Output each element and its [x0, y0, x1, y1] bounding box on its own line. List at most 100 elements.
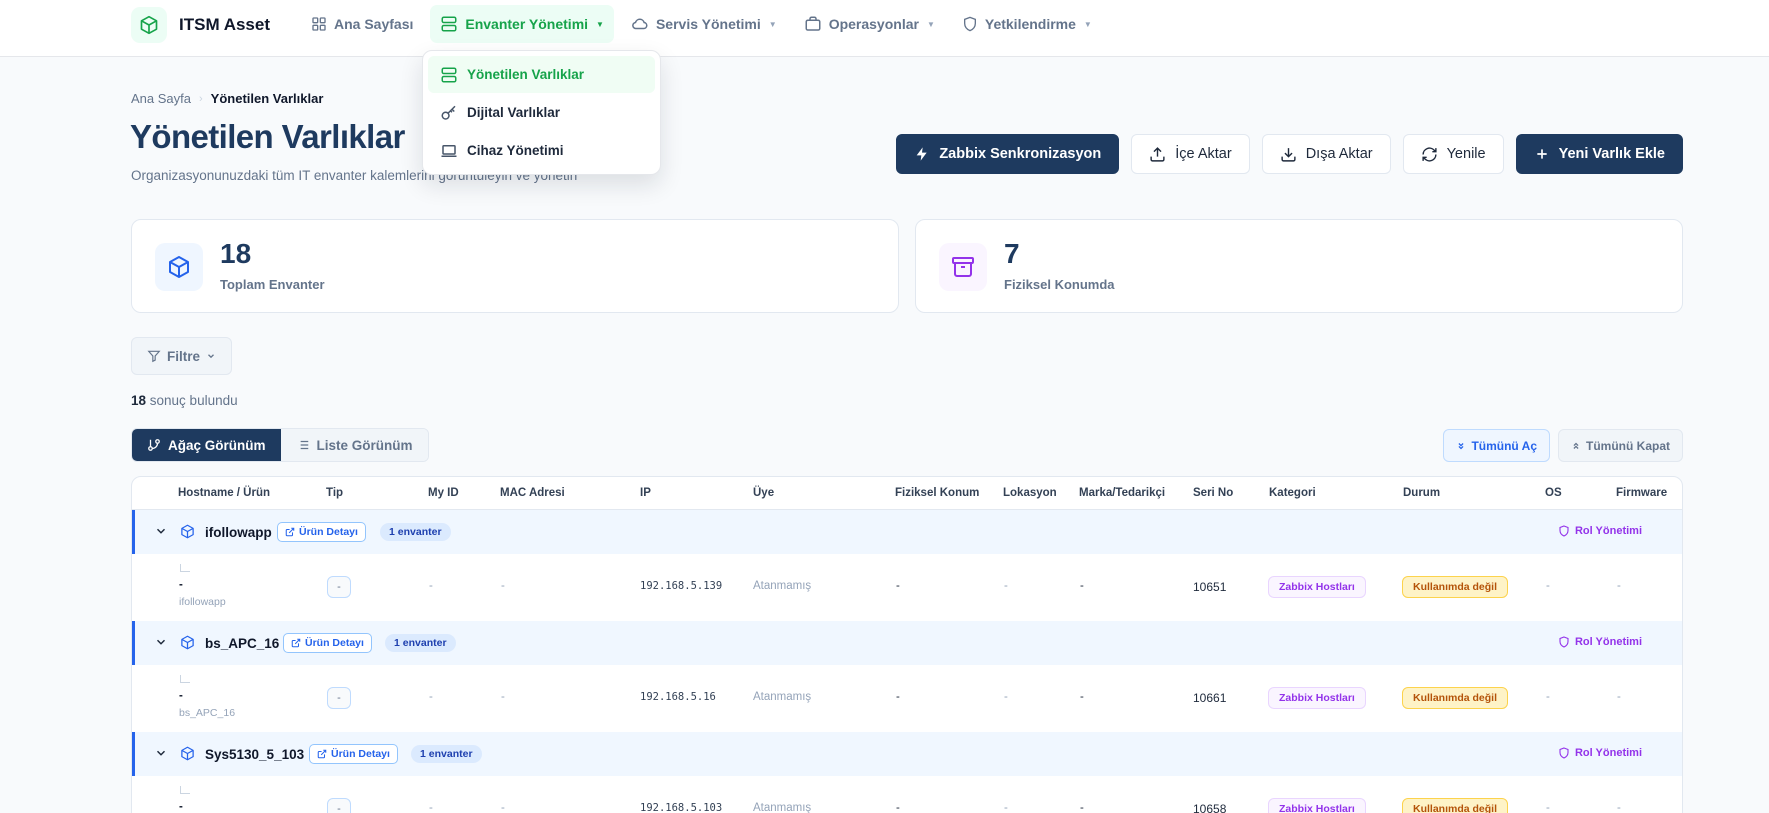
breadcrumb-home[interactable]: Ana Sayfa: [131, 91, 191, 106]
inventory-count-badge: 1 envanter: [411, 745, 482, 763]
column-header[interactable]: Fiziksel Konum: [895, 487, 979, 499]
nav-item-home[interactable]: Ana Sayfası: [301, 5, 423, 43]
cube-icon: [180, 524, 195, 539]
product-detail-button[interactable]: Ürün Detayı: [283, 633, 372, 653]
shield-icon: [1558, 636, 1570, 648]
export-button[interactable]: Dışa Aktar: [1261, 134, 1391, 174]
list-view-button[interactable]: Liste Görünüm: [280, 429, 428, 461]
column-header[interactable]: Tip: [326, 487, 343, 499]
ip-cell: 192.168.5.103: [640, 802, 723, 813]
refresh-button[interactable]: Yenile: [1402, 134, 1504, 174]
table-row[interactable]: - - - - 192.168.5.103 Atanmamış - - - 10…: [132, 776, 1682, 813]
os-cell: -: [1546, 580, 1550, 592]
role-management-link[interactable]: Rol Yönetimi: [1558, 636, 1642, 648]
table-row[interactable]: - ifollowapp - - - 192.168.5.139 Atanmam…: [132, 554, 1682, 621]
hostname-cell: -: [179, 690, 183, 702]
column-header[interactable]: Marka/Tedarikçi: [1079, 487, 1165, 499]
product-detail-button[interactable]: Ürün Detayı: [277, 522, 366, 542]
column-header[interactable]: Üye: [753, 487, 774, 499]
product-detail-label: Ürün Detayı: [331, 748, 390, 760]
product-detail-button[interactable]: Ürün Detayı: [309, 744, 398, 764]
nav-label: Servis Yönetimi: [655, 16, 761, 32]
stat-card-physical-location: 7 Fiziksel Konumda: [915, 219, 1683, 313]
column-header[interactable]: Durum: [1403, 487, 1440, 499]
key-icon: [440, 104, 458, 122]
filter-button[interactable]: Filtre: [131, 337, 232, 375]
results-number: 18: [131, 393, 147, 408]
role-management-link[interactable]: Rol Yönetimi: [1558, 747, 1642, 759]
zabbix-sync-button[interactable]: Zabbix Senkronizasyon: [896, 134, 1120, 174]
external-link-icon: [317, 749, 327, 759]
menu-item-label: Dijital Varlıklar: [467, 105, 561, 120]
cube-logo-icon: [131, 7, 167, 43]
filter-label: Filtre: [166, 348, 200, 364]
add-asset-button[interactable]: Yeni Varlık Ekle: [1515, 134, 1683, 174]
physical-location-cell: -: [896, 580, 900, 592]
status-badge: Kullanımda değil: [1402, 798, 1509, 813]
column-header[interactable]: OS: [1545, 487, 1562, 499]
role-management-link[interactable]: Rol Yönetimi: [1558, 525, 1642, 537]
group-row[interactable]: ifollowapp Ürün Detayı 1 envanter Rol Yö…: [132, 510, 1682, 554]
nav-item-service[interactable]: Servis Yönetimi ▼: [621, 5, 787, 43]
briefcase-icon: [804, 15, 822, 33]
member-cell: Atanmamış: [753, 691, 812, 703]
external-link-icon: [291, 638, 301, 648]
server-icon: [440, 15, 458, 33]
collapse-all-button[interactable]: Tümünü Kapat: [1558, 429, 1683, 462]
breadcrumb-separator: ›: [199, 92, 203, 105]
role-label: Rol Yönetimi: [1574, 747, 1642, 759]
assets-table: Hostname / Ürün Tip My ID MAC Adresi IP …: [131, 476, 1683, 813]
caret-down-icon: ▼: [768, 19, 777, 29]
column-header[interactable]: Lokasyon: [1003, 487, 1057, 499]
inventory-count-badge: 1 envanter: [385, 634, 456, 652]
grid-icon: [311, 16, 327, 32]
cube-icon: [180, 746, 195, 761]
hostname-sub: bs_APC_16: [179, 707, 236, 719]
column-header[interactable]: Firmware: [1616, 487, 1667, 499]
external-link-icon: [285, 527, 295, 537]
role-label: Rol Yönetimi: [1574, 525, 1642, 537]
expand-controls: Tümünü Aç Tümünü Kapat: [1435, 429, 1683, 462]
column-header[interactable]: My ID: [428, 487, 459, 499]
column-header[interactable]: Hostname / Ürün: [178, 487, 270, 499]
server-icon: [440, 66, 458, 84]
group-row[interactable]: Sys5130_5_103 Ürün Detayı 1 envanter Rol…: [132, 732, 1682, 776]
nav-item-inventory[interactable]: Envanter Yönetimi ▼: [430, 5, 614, 43]
group-row[interactable]: bs_APC_16 Ürün Detayı 1 envanter Rol Yön…: [132, 621, 1682, 665]
type-chip: -: [327, 687, 351, 709]
menu-item-digital-assets[interactable]: Dijital Varlıklar: [428, 94, 655, 131]
chevron-down-icon[interactable]: [154, 635, 168, 649]
group-name: bs_APC_16: [205, 636, 280, 651]
menu-item-label: Cihaz Yönetimi: [467, 143, 564, 158]
table-row[interactable]: - bs_APC_16 - - - 192.168.5.16 Atanmamış…: [132, 665, 1682, 732]
tree-view-button[interactable]: Ağaç Görünüm: [132, 429, 281, 461]
button-label: İçe Aktar: [1175, 146, 1232, 162]
myid-cell: -: [429, 691, 433, 703]
collapse-all-label: Tümünü Kapat: [1586, 438, 1670, 453]
nav-item-operations[interactable]: Operasyonlar ▼: [794, 5, 945, 43]
caret-down-icon: ▼: [926, 19, 935, 29]
import-button[interactable]: İçe Aktar: [1131, 134, 1250, 174]
chevron-down-icon[interactable]: [154, 746, 168, 760]
type-chip: -: [327, 798, 351, 813]
shield-icon: [962, 15, 978, 33]
hostname-cell: -: [179, 579, 183, 591]
menu-item-managed-assets[interactable]: Yönetilen Varlıklar: [428, 56, 655, 93]
chevrons-up-icon: [1571, 441, 1581, 451]
category-badge: Zabbix Hostları: [1268, 576, 1366, 598]
column-header[interactable]: Kategori: [1269, 487, 1316, 499]
chevron-down-icon[interactable]: [154, 524, 168, 538]
brand[interactable]: ITSM Asset: [131, 7, 270, 43]
top-navbar: ITSM Asset Ana Sayfası Envanter Yönetimi…: [0, 0, 1769, 57]
location-cell: -: [1004, 802, 1008, 813]
column-header[interactable]: IP: [640, 487, 651, 499]
expand-all-button[interactable]: Tümünü Aç: [1443, 429, 1550, 462]
button-label: Yenile: [1446, 146, 1486, 162]
menu-item-device-management[interactable]: Cihaz Yönetimi: [428, 132, 655, 169]
nav-label: Ana Sayfası: [334, 16, 414, 32]
column-header[interactable]: MAC Adresi: [500, 487, 565, 499]
column-header[interactable]: Seri No: [1193, 487, 1233, 499]
nav-item-authorization[interactable]: Yetkilendirme ▼: [952, 5, 1102, 43]
physical-location-cell: -: [896, 691, 900, 703]
caret-down-icon: ▼: [596, 19, 604, 29]
